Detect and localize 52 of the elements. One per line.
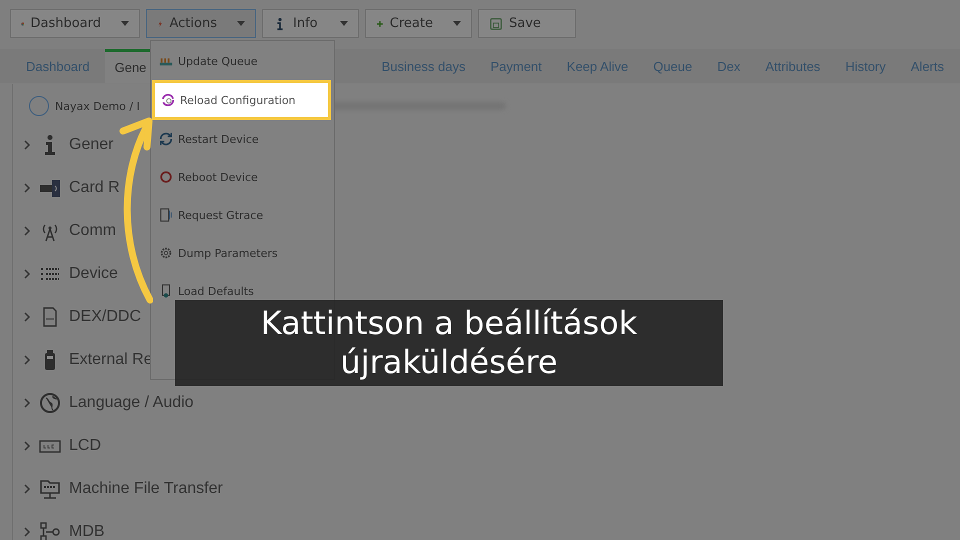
menu-item[interactable]: Load Defaults <box>151 283 334 299</box>
chevron-icon[interactable] <box>23 226 31 236</box>
reload-gear-icon <box>161 93 175 107</box>
chevron-icon[interactable] <box>23 268 31 278</box>
gauge-document-icon <box>159 208 173 222</box>
tab[interactable]: Attributes <box>755 49 830 83</box>
menu-item[interactable]: Restart Device <box>151 131 334 147</box>
tab[interactable]: Business days <box>372 49 476 83</box>
tree-item[interactable]: LCD <box>69 436 102 454</box>
tab[interactable]: History <box>835 49 896 83</box>
caption-tooltip: Kattintson a beállítások újraküldésére <box>175 300 723 386</box>
refresh-icon <box>159 132 173 146</box>
tree-item[interactable]: Device <box>69 264 118 282</box>
toolbar-button[interactable]: Create <box>365 9 472 38</box>
tab[interactable]: Alerts <box>900 49 954 83</box>
chevron-icon[interactable] <box>23 140 31 150</box>
download-icon <box>159 284 173 298</box>
chevron-icon[interactable] <box>23 398 31 408</box>
toolbar-button[interactable]: Actions <box>146 9 256 38</box>
info-icon <box>45 134 55 154</box>
chevron-icon[interactable] <box>23 182 31 192</box>
chevron-icon[interactable] <box>23 312 31 322</box>
tree-item[interactable]: MDB <box>69 522 105 540</box>
tree-item[interactable]: Card R <box>69 178 120 196</box>
chevron-icon[interactable] <box>23 440 31 450</box>
tree-item[interactable]: DEX/DDC <box>69 308 142 326</box>
toolbar-button[interactable]: Save <box>478 9 576 38</box>
menu-item[interactable]: Reboot Device <box>151 169 334 185</box>
chevron-icon[interactable] <box>23 526 31 536</box>
tree-item[interactable]: Comm <box>69 222 116 240</box>
menu-item[interactable]: Dump Parameters <box>151 245 334 261</box>
tab[interactable]: Queue <box>643 49 702 83</box>
tab[interactable]: Dex <box>707 49 750 83</box>
power-ring-icon <box>159 170 173 184</box>
tab[interactable]: Keep Alive <box>556 49 638 83</box>
chevron-icon[interactable] <box>23 354 31 364</box>
tree-item[interactable]: Gener <box>69 136 114 154</box>
toolbar-button[interactable]: Dashboard <box>10 9 140 38</box>
gear-icon <box>159 246 173 260</box>
chevron-icon[interactable] <box>23 484 31 494</box>
save-icon <box>489 16 503 30</box>
tree-item[interactable]: Machine File Transfer <box>69 480 223 498</box>
folder-network-icon <box>39 478 61 500</box>
tab[interactable]: Dashboard <box>16 49 100 83</box>
menu-item[interactable]: Reload Configuration <box>152 80 331 120</box>
tree-item[interactable]: Language / Audio <box>69 394 194 412</box>
toolbar-button[interactable]: Info <box>262 9 359 38</box>
nodes-icon <box>39 520 61 540</box>
more-icon[interactable] <box>29 96 49 116</box>
breadcrumb: Nayax Demo / I <box>55 100 140 112</box>
menu-item[interactable]: Request Gtrace <box>151 207 334 223</box>
tab[interactable]: Payment <box>480 49 552 83</box>
